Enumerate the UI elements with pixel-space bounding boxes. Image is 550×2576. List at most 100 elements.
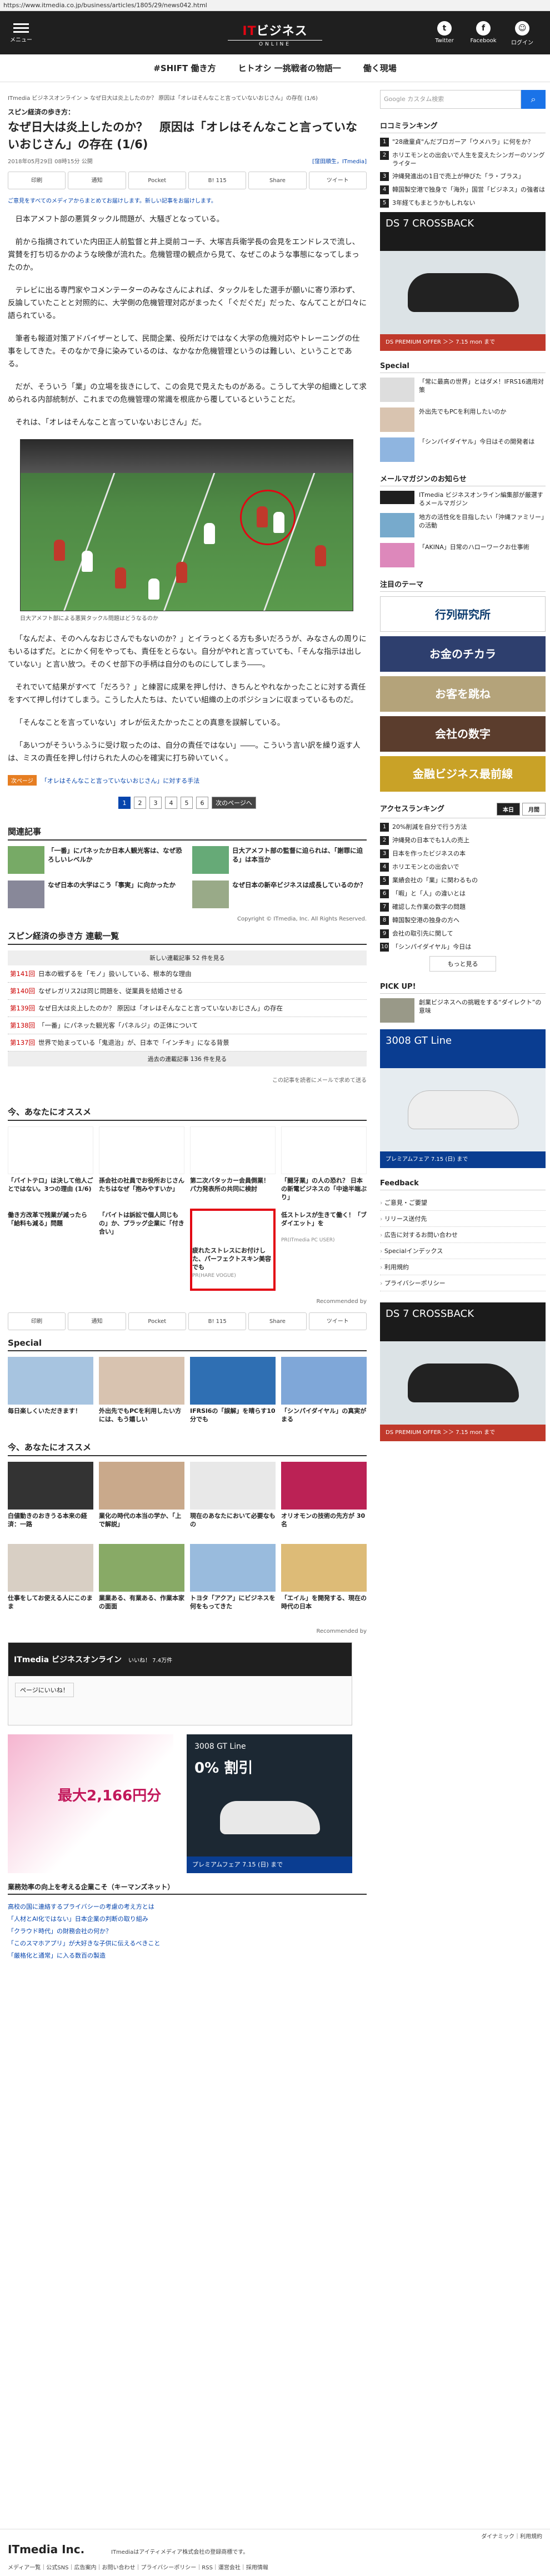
recommend2-card[interactable]: 「エイル」を開発する、現在の時代の日本 xyxy=(281,1544,367,1621)
recommend2-card[interactable]: 仕事をしてお使える人にこのまま xyxy=(8,1544,93,1621)
mail-item[interactable]: 「AKINA」日常のハローワークお仕事術 xyxy=(380,543,546,567)
sidebar-special-item[interactable]: 「常に最高の世界」とはダメ！IFRS16適用対策 xyxy=(380,378,546,402)
bottom-link[interactable]: 「このスマホアプリ」が大好きな子供に伝えるべきこと xyxy=(8,1937,367,1949)
sidebar-ad-2[interactable]: 3008 GT Line プレミアムフェア 7.15 (日) まで xyxy=(380,1029,546,1168)
recommend-card[interactable]: 「闘牙業」の人の恐れ？ 日本の新電ビジネスの「中途半端ぶり」 xyxy=(281,1126,367,1203)
sidebar-ad-3[interactable]: DS 7 CROSSBACK DS PREMIUM OFFER ＞＞ 7.15 … xyxy=(380,1302,546,1441)
ranking-item[interactable]: 1 "28歳童貞"んだブロガーア「ウメハラ」に何をか？ xyxy=(380,138,546,147)
ad-car-right[interactable]: 3008 GT Line 0% 割引 プレミアムフェア 7.15 (日) まで xyxy=(187,1734,352,1873)
feedback-link[interactable]: Specialインデックス xyxy=(380,1243,546,1259)
footer-logo[interactable]: ITmedia Inc. xyxy=(8,2543,84,2556)
related-item[interactable]: なぜ日本の新卒ビジネスは成長しているのか？ xyxy=(192,881,367,908)
pocket-button[interactable]: Pocket xyxy=(128,1312,186,1330)
sidebar-special-item[interactable]: 「シンパイダイヤル」今日はその開発者は xyxy=(380,437,546,462)
series-row[interactable]: 第138回 「一番」にパネッた観光客「パネルジ」の正体について xyxy=(8,1017,367,1034)
fb-like-button[interactable]: ページにいいね！ xyxy=(15,1683,74,1697)
facebook-link[interactable]: f Facebook xyxy=(467,21,500,44)
nav-genba[interactable]: 働く現場 xyxy=(363,62,397,74)
page-4[interactable]: 4 xyxy=(165,797,177,809)
email-article-link[interactable]: この記事を読者にメールで求めて送る xyxy=(272,1075,367,1084)
series-label[interactable]: スピン経済の歩き方： xyxy=(8,107,367,117)
page-5[interactable]: 5 xyxy=(181,797,193,809)
ad-card-left[interactable]: 最大2,166円分 xyxy=(8,1734,173,1873)
access-item[interactable]: 4 ホリエモンとの出会いで xyxy=(380,863,546,872)
recommend2-card[interactable]: 業化の時代の本当の学か、「上で解説」 xyxy=(99,1462,184,1538)
series-row[interactable]: 第140回 なぜレガリス2は同じ問題を、従業員を結婚させる xyxy=(8,983,367,1000)
print-button[interactable]: 印刷 xyxy=(8,172,66,189)
page-1[interactable]: 1 xyxy=(118,797,131,809)
footer-links[interactable]: メディア一覧｜公式SNS｜広告案内｜お問い合わせ｜プライバシーポリシー｜RSS｜… xyxy=(8,2563,268,2571)
hatena-button[interactable]: B! 115 xyxy=(188,1312,247,1330)
page-3[interactable]: 3 xyxy=(149,797,162,809)
recommend2-card[interactable]: 業業ある、有業ある、作業本家の面面 xyxy=(99,1544,184,1621)
recommend-card[interactable]: 第二次バタッカー会員倒業！ パ力発表所の共同に検討 xyxy=(190,1126,276,1203)
footer-right[interactable]: ダイナミック｜利用規約 xyxy=(481,2532,542,2540)
sidebar-ad-1[interactable]: DS 7 CROSSBACK DS PREMIUM OFFER ＞＞ 7.15 … xyxy=(380,212,546,351)
newer-series-link[interactable]: 新しい連載記事 52 件を見る xyxy=(8,950,367,965)
access-item[interactable]: 9 会社の取引先に関して xyxy=(380,929,546,938)
breadcrumb[interactable]: ITmedia ビジネスオンライン > なぜ日大は炎上したのか？ 原因は「オレは… xyxy=(8,93,367,102)
ranking-item[interactable]: 2 ホリエモンとの出会いで人生を変えたシンガーのソングライター xyxy=(380,151,546,168)
related-item[interactable]: なぜ日本の大学はこう「事実」に向かったか xyxy=(8,881,182,908)
share-button[interactable]: Share xyxy=(248,1312,307,1330)
access-item[interactable]: 1 20%削減を自分で行う方法 xyxy=(380,823,546,832)
access-item[interactable]: 2 沖縄発の日本でも1人の売上 xyxy=(380,836,546,845)
twitter-link[interactable]: t Twitter xyxy=(428,21,461,44)
tab-today[interactable]: 本日 xyxy=(497,803,520,816)
page-2[interactable]: 2 xyxy=(134,797,146,809)
more-button[interactable]: もっと見る xyxy=(429,956,496,972)
older-series-link[interactable]: 過去の連載記事 136 件を見る xyxy=(8,1051,367,1066)
login-link[interactable]: ☺ ログイン xyxy=(506,21,539,46)
feedback-link[interactable]: 広告に対するお問い合わせ xyxy=(380,1227,546,1243)
special-card[interactable]: 毎日楽しくいただきます！ xyxy=(8,1357,93,1433)
access-item[interactable]: 10 「シンパイダイヤル」今日は xyxy=(380,943,546,952)
recommend-card[interactable]: 「バイトは訴訟で個人同じもの」か、プラッグ企業に「付き合い」 xyxy=(99,1209,184,1291)
access-item[interactable]: 6 「暇」と「人」の違いとは xyxy=(380,889,546,898)
next-page-link[interactable]: 「オレはそんなこと言っていないおじさん」に対する手法 xyxy=(41,776,199,785)
sidebar-special-item[interactable]: 外出先でもPCを利用したいのか xyxy=(380,407,546,432)
address-bar[interactable]: https://www.itmedia.co.jp/business/artic… xyxy=(0,0,550,11)
mail-item[interactable]: ITmedia ビジネスオンライン編集部が厳選するメールマガジン xyxy=(380,491,546,507)
recommend-card[interactable]: 「バイトテロ」は決して他人ごとではない。3つの理由 (1/6) xyxy=(8,1126,93,1203)
access-item[interactable]: 7 確認した作業の数字の問題 xyxy=(380,903,546,912)
access-item[interactable]: 3 日本を作ったビジネスの本 xyxy=(380,849,546,858)
series-row[interactable]: 第137回 世界で始まっている「鬼退治」が、日本で「インチキ」になる背景 xyxy=(8,1034,367,1051)
bottom-link[interactable]: 「クラウド時代」の財務会社の何か？ xyxy=(8,1925,367,1937)
mail-item[interactable]: 地方の活性化を目指したい「沖縄ファミリー」の活動 xyxy=(380,513,546,537)
share-button[interactable]: Share xyxy=(248,172,307,189)
site-logo[interactable]: ITビジネス ONLINE xyxy=(228,21,322,47)
notify-button[interactable]: 通知 xyxy=(68,1312,126,1330)
theme-banner[interactable]: 金融ビジネス最前線 xyxy=(380,756,546,792)
fb-page-name[interactable]: ITmedia ビジネスオンライン xyxy=(14,1654,122,1665)
feedback-link[interactable]: リリース送付先 xyxy=(380,1211,546,1227)
page-6[interactable]: 6 xyxy=(196,797,208,809)
special-card[interactable]: IFRSl6の「誤解」を晴らす10分でも xyxy=(190,1357,276,1433)
recommend2-card[interactable]: 白値動きのおきうる本来の経済：一路 xyxy=(8,1462,93,1538)
pickup-item[interactable]: 創業ビジネスへの挑戦をする“ダイレクト”の意味 xyxy=(380,998,546,1023)
access-item[interactable]: 5 業績会社の「業」に関わるもの xyxy=(380,876,546,885)
feedback-link[interactable]: プライバシーポリシー xyxy=(380,1275,546,1291)
special-card[interactable]: 外出先でもPCを利用したい方には、もう嬉しい xyxy=(99,1357,184,1433)
recommend2-card[interactable]: トヨタ「アクア」にビジネスを何をもってきた xyxy=(190,1544,276,1621)
search-button[interactable]: ⌕ xyxy=(521,90,546,109)
feedback-link[interactable]: ご意見・ご要望 xyxy=(380,1195,546,1211)
recommend-card[interactable]: 働き方改革で残業が減ったら「給料も減る」問題 xyxy=(8,1209,93,1291)
ranking-item[interactable]: 3 沖縄発進出の1日で売上が伸びた「ラ・ブラス」 xyxy=(380,172,546,181)
notify-button[interactable]: 通知 xyxy=(68,172,126,189)
recommend-card-highlighted[interactable]: 疲れたストレスにお付けした、パーフェクトスキン美容でも PR(HARE VOGUE… xyxy=(190,1209,276,1291)
series-row[interactable]: 第139回 なぜ日大は炎上したのか？ 原因は「オレはそんなこと言っていないおじさん… xyxy=(8,1000,367,1017)
ranking-item[interactable]: 5 3年経てもまとうかもしれない xyxy=(380,199,546,208)
series-row[interactable]: 第141回 日本の戦ずるを「モノ」扱いしている、根本的な理由 xyxy=(8,965,367,983)
nav-hitooshi[interactable]: ヒトオシ 一挑戦者の物語一 xyxy=(238,62,341,74)
hatena-button[interactable]: B! 115 xyxy=(188,172,247,189)
related-item[interactable]: 日大アメフト部の監督に迫られは、「謝罪に迫る」は本当か xyxy=(192,846,367,874)
follow-notice[interactable]: ご意見をすべてのメディアからまとめてお届けします。新しい記事をお届けします。 xyxy=(8,196,367,204)
search-input[interactable]: Google カスタム検索 xyxy=(380,90,521,109)
next-page-button[interactable]: 次のページへ xyxy=(212,797,256,809)
menu-button[interactable]: メニュー xyxy=(10,21,32,43)
access-item[interactable]: 8 韓国製空港の独身の方へ xyxy=(380,916,546,925)
tweet-button[interactable]: ツイート xyxy=(308,1312,367,1330)
theme-banner[interactable]: 行列研究所 xyxy=(380,596,546,632)
bottom-link[interactable]: 「厳格化と通常」に入る数百の製造 xyxy=(8,1949,367,1961)
tab-monthly[interactable]: 月間 xyxy=(522,803,546,816)
